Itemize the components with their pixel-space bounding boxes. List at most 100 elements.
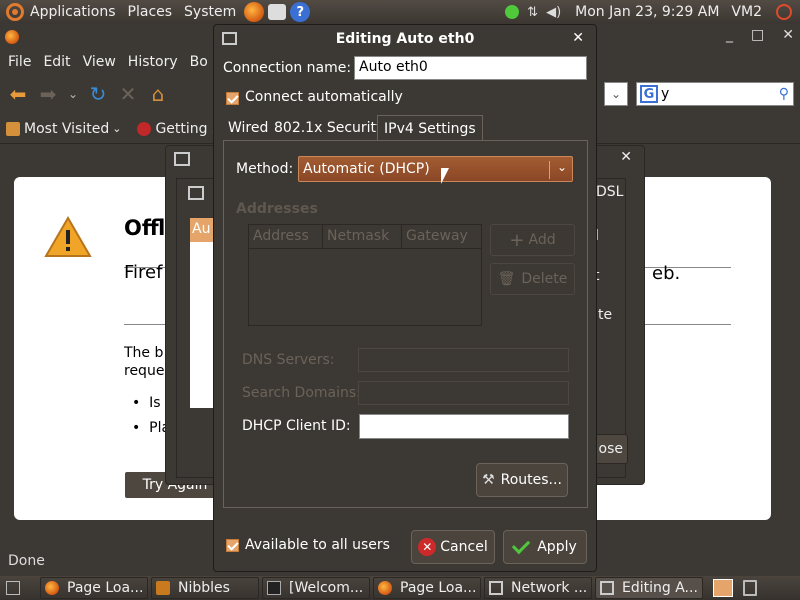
network-window-icon: [222, 32, 237, 45]
cancel-label: Cancel: [440, 539, 488, 555]
network-window-icon: [174, 152, 190, 166]
trash-icon: 🗑: [497, 271, 516, 287]
taskbar-item[interactable]: Editing A...: [595, 577, 703, 599]
available-to-all-users-checkbox[interactable]: [226, 539, 239, 552]
tab-802-1x-security[interactable]: 802.1x Security: [274, 115, 384, 141]
wired-tab-icon: [188, 186, 204, 200]
taskbar-label: [Welcom...: [289, 580, 364, 596]
tab-dsl[interactable]: DSL: [596, 184, 626, 200]
tab-ipv4-settings[interactable]: IPv4 Settings: [377, 115, 483, 141]
search-domains-field: [358, 381, 569, 405]
search-input[interactable]: G y ⚲: [636, 82, 794, 106]
search-text: y: [661, 86, 670, 102]
error-subtitle: Firef: [124, 262, 163, 283]
error-body-line: The b: [124, 345, 164, 361]
ubuntu-logo-icon[interactable]: [6, 3, 24, 21]
cancel-icon: ✕: [418, 538, 437, 556]
url-dropdown-icon[interactable]: ⌄: [604, 82, 628, 106]
status-text: Done: [8, 553, 45, 569]
firefox-icon: [378, 581, 392, 595]
network-arrows-icon[interactable]: ⇅: [527, 5, 538, 20]
dhcp-client-id-field[interactable]: [359, 414, 569, 439]
volume-icon[interactable]: ◀): [546, 5, 561, 20]
error-body-line: reque: [124, 363, 165, 379]
close-icon[interactable]: ✕: [782, 27, 794, 43]
column-netmask: Netmask: [323, 225, 402, 248]
bookmark-folder-icon: [6, 121, 20, 136]
add-button: + Add: [490, 224, 575, 256]
search-domains-label: Search Domains:: [242, 385, 361, 401]
routes-label: Routes...: [500, 472, 562, 488]
back-arrow-icon[interactable]: ⬅: [6, 82, 30, 106]
connection-name-field[interactable]: Auto eth0: [354, 56, 587, 80]
dns-servers-field: [358, 348, 569, 372]
bug-icon: [137, 121, 152, 136]
addresses-table: Address Netmask Gateway: [248, 224, 482, 326]
most-visited-label: Most Visited: [24, 120, 110, 137]
addresses-title: Addresses: [236, 201, 318, 217]
history-dropdown-icon[interactable]: ⌄: [66, 82, 80, 106]
apply-label: Apply: [537, 539, 577, 555]
checkmark-icon: [512, 535, 531, 555]
taskbar-item[interactable]: Nibbles: [151, 577, 259, 599]
places-menu[interactable]: Places: [122, 0, 179, 24]
method-select[interactable]: Automatic (DHCP) ⌄: [298, 156, 573, 182]
apply-button[interactable]: Apply: [503, 530, 587, 564]
google-engine-icon[interactable]: G: [640, 85, 658, 103]
taskbar-item[interactable]: Network ...: [484, 577, 592, 599]
column-address: Address: [249, 225, 323, 248]
taskbar-item[interactable]: Page Loa...: [40, 577, 148, 599]
home-icon[interactable]: ⌂: [146, 82, 170, 106]
clock[interactable]: Mon Jan 23, 9:29 AM: [569, 0, 725, 24]
reload-icon[interactable]: ↻: [86, 82, 110, 106]
applications-menu[interactable]: Applications: [24, 0, 122, 24]
close-icon[interactable]: ✕: [620, 149, 632, 165]
tab-wired[interactable]: Wired: [228, 115, 268, 141]
chevron-down-icon: ⌄: [556, 160, 567, 174]
taskbar-item[interactable]: [Welcom...: [262, 577, 370, 599]
error-subtitle-end: eb.: [652, 263, 681, 284]
menu-history[interactable]: History: [122, 54, 184, 70]
forward-arrow-icon[interactable]: ➡: [36, 82, 60, 106]
menu-edit[interactable]: Edit: [37, 54, 76, 70]
available-to-all-users-label[interactable]: Available to all users: [245, 537, 390, 553]
cancel-button[interactable]: ✕ Cancel: [411, 530, 495, 564]
stop-icon[interactable]: ✕: [116, 82, 140, 106]
taskbar-item[interactable]: Page Loa...: [373, 577, 481, 599]
game-icon: [156, 581, 170, 595]
close-icon[interactable]: ✕: [572, 30, 584, 46]
menu-bookmarks[interactable]: Bo: [184, 54, 214, 70]
taskbar-label: Editing A...: [622, 580, 698, 596]
menu-view[interactable]: View: [77, 54, 122, 70]
menu-file[interactable]: File: [2, 54, 37, 70]
show-desktop-icon[interactable]: [6, 581, 20, 595]
delete-button-label[interactable]: te: [598, 307, 612, 323]
connect-automatically-checkbox[interactable]: [226, 92, 239, 105]
mail-launcher-icon[interactable]: [268, 4, 287, 20]
workspace-switcher[interactable]: [713, 579, 733, 597]
routes-button[interactable]: ⚒ Routes...: [476, 463, 568, 497]
firefox-window-icon[interactable]: [5, 30, 19, 44]
editing-connection-dialog: Editing Auto eth0 ✕ Connection name: Aut…: [213, 24, 597, 572]
help-icon[interactable]: ?: [290, 2, 311, 22]
dns-servers-label: DNS Servers:: [242, 352, 335, 368]
search-icon[interactable]: ⚲: [779, 86, 789, 102]
dialog-titlebar: Editing Auto eth0 ✕: [214, 25, 596, 53]
taskbar-label: Page Loa...: [400, 580, 477, 596]
user-name[interactable]: VM2: [725, 0, 768, 24]
column-gateway: Gateway: [406, 228, 468, 244]
taskbar-label: Page Loa...: [67, 580, 144, 596]
method-value: Automatic (DHCP): [303, 161, 430, 177]
dialog-title: Editing Auto eth0: [335, 31, 475, 47]
terminal-icon: [267, 581, 281, 595]
maximize-icon[interactable]: □: [751, 27, 764, 43]
trash-icon[interactable]: [743, 580, 757, 596]
system-menu[interactable]: System: [178, 0, 242, 24]
connect-automatically-label[interactable]: Connect automatically: [245, 89, 403, 105]
firefox-launcher-icon[interactable]: [244, 2, 265, 22]
most-visited-bookmark[interactable]: Most Visited ⌄: [6, 121, 121, 137]
network-status-icon[interactable]: [505, 5, 520, 19]
power-icon[interactable]: [776, 4, 792, 20]
minimize-icon[interactable]: _: [726, 27, 733, 43]
close-button[interactable]: ose: [594, 434, 628, 464]
